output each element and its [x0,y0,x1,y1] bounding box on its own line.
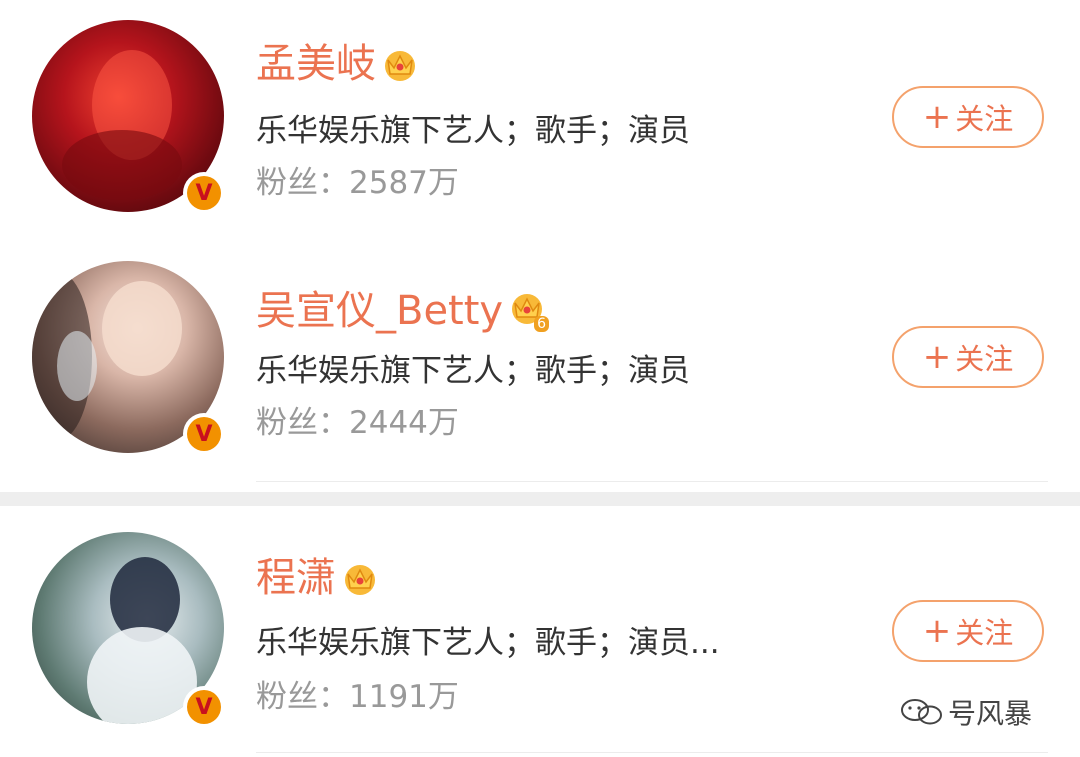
user-description: 乐华娱乐旗下艺人；歌手；演员 [256,113,690,149]
user-name[interactable]: 吴宣仪_Betty [256,291,503,331]
user-card[interactable]: V 吴宣仪_Betty 6 乐华娱乐旗下艺人；歌手；演员 粉丝：2444万 + 关… [0,245,1080,492]
plus-icon: + [922,611,952,651]
follow-button[interactable]: + 关注 [892,86,1044,148]
user-name[interactable]: 孟美岐 [256,44,376,84]
user-name-row: 孟美岐 [256,44,420,84]
crown-icon [385,51,415,81]
divider [256,752,1048,753]
user-name-row: 程潇 [256,558,380,598]
user-description: 乐华娱乐旗下艺人；歌手；演员... [256,625,720,661]
user-description: 乐华娱乐旗下艺人；歌手；演员 [256,353,690,389]
crown-icon [345,565,375,595]
fans-count: 粉丝：1191万 [256,679,459,715]
wechat-icon [901,699,942,725]
fans-count: 粉丝：2444万 [256,405,459,441]
section-separator [0,492,1080,506]
crown-level: 6 [534,316,550,332]
verified-badge: V [183,413,225,455]
divider [256,481,1048,482]
user-name[interactable]: 程潇 [256,558,336,598]
follow-button[interactable]: + 关注 [892,326,1044,388]
plus-icon: + [922,97,952,137]
user-card[interactable]: V 孟美岐 乐华娱乐旗下艺人；歌手；演员 粉丝：2587万 + 关注 [0,0,1080,245]
watermark: 号风暴 [900,692,1032,732]
user-name-row: 吴宣仪_Betty 6 [256,289,550,332]
fans-count: 粉丝：2587万 [256,165,459,201]
follow-button[interactable]: + 关注 [892,600,1044,662]
plus-icon: + [922,337,952,377]
verified-badge: V [183,172,225,214]
verified-badge: V [183,686,225,728]
